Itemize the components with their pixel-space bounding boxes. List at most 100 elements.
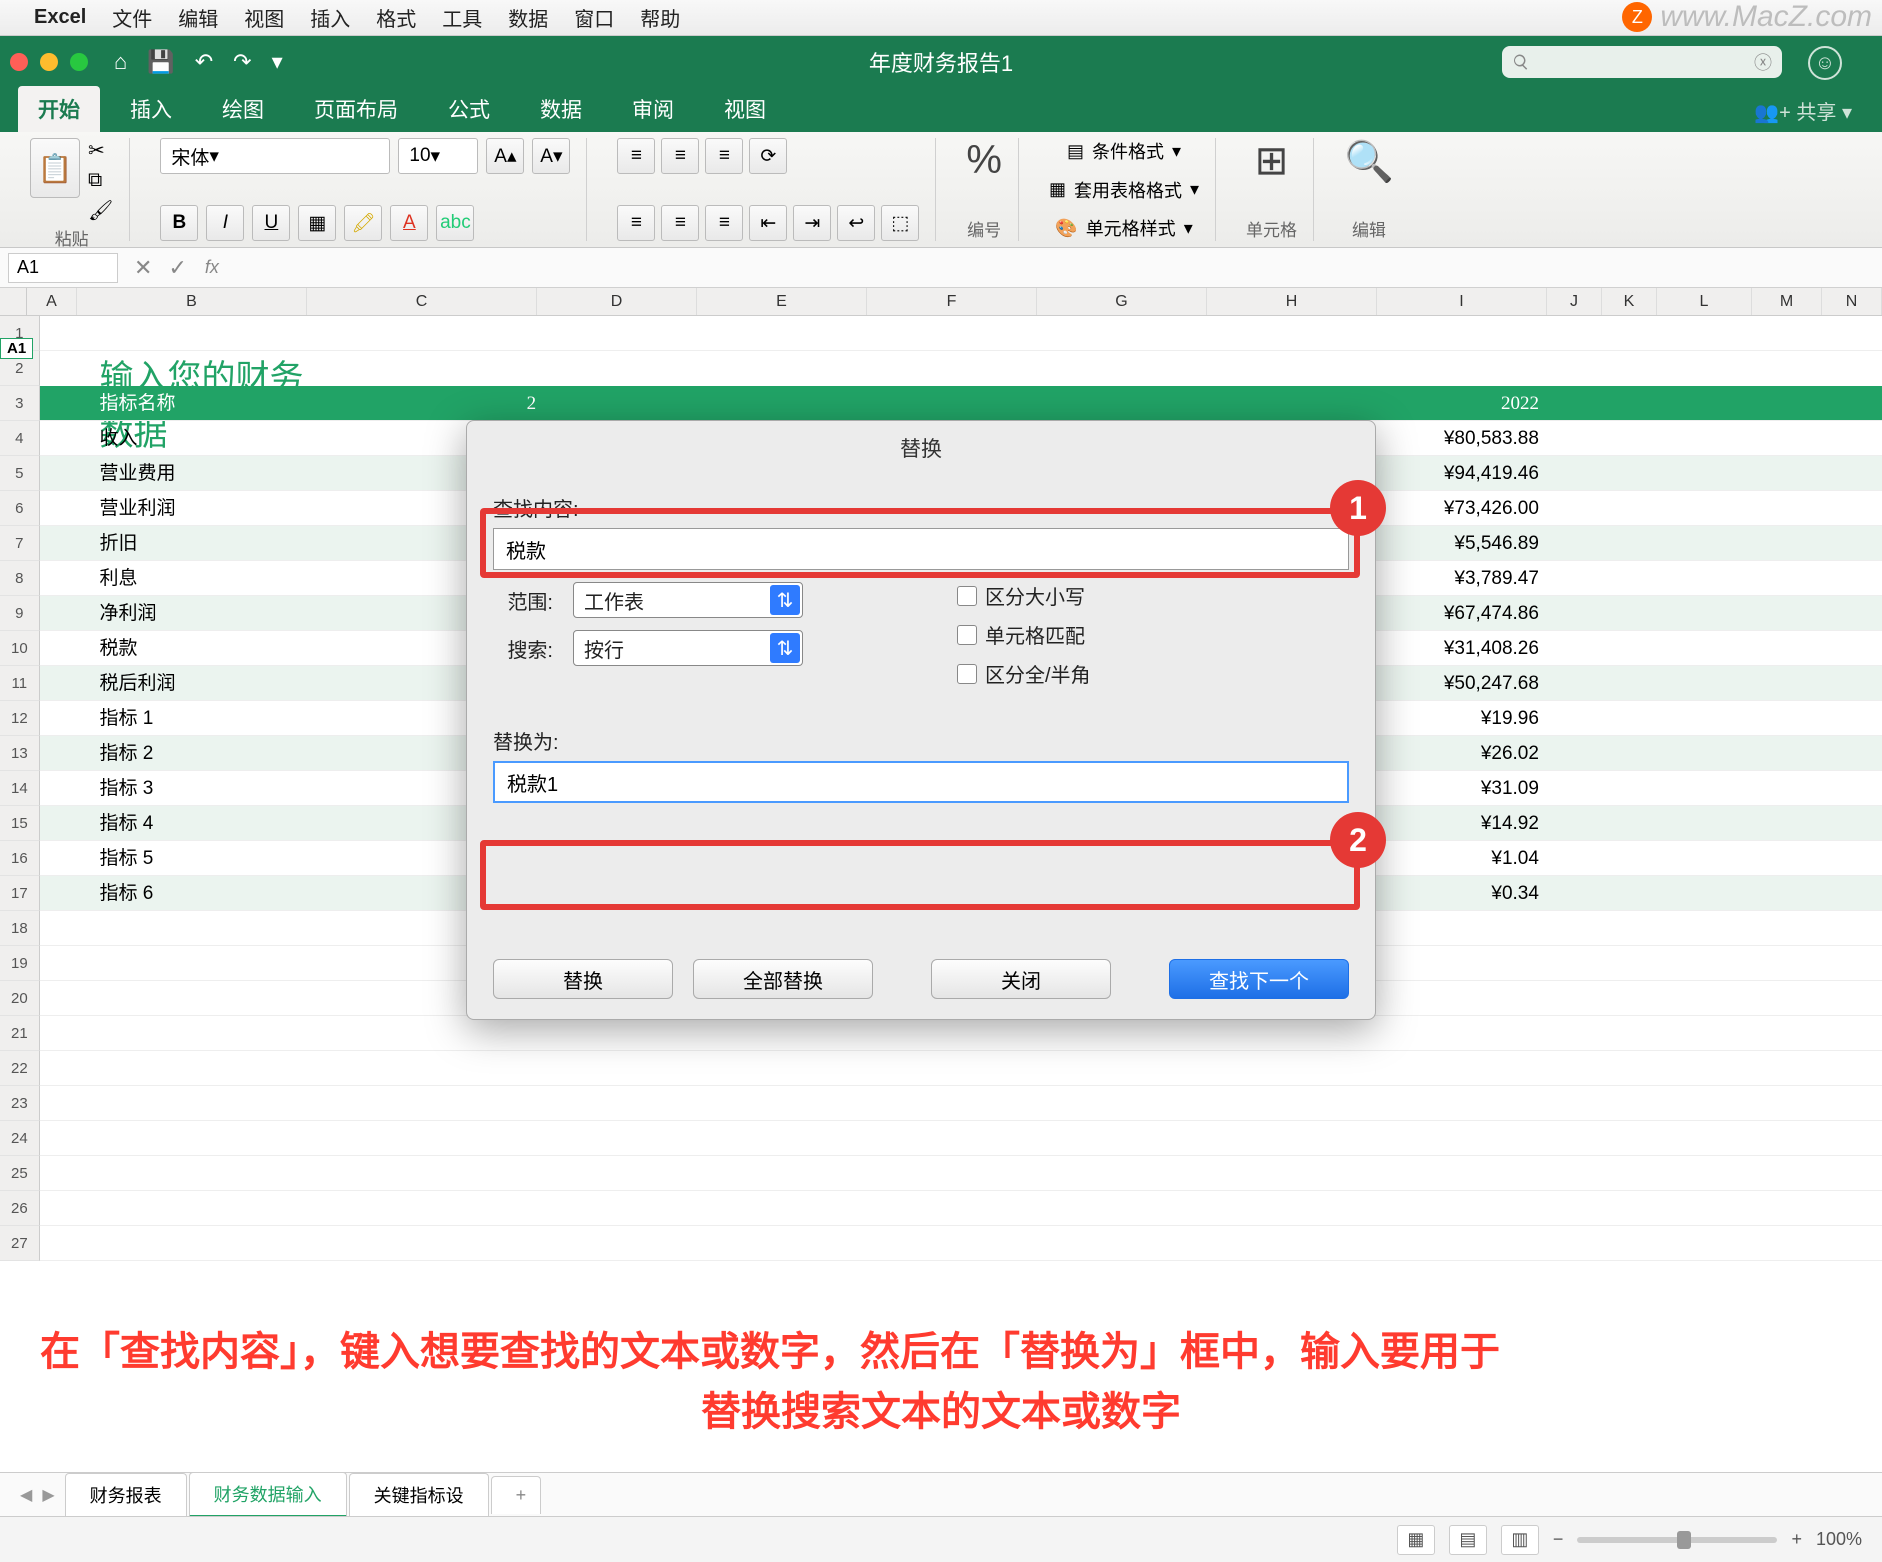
border-button[interactable]: ▦ <box>298 205 336 241</box>
add-sheet-button[interactable]: + <box>491 1476 541 1514</box>
maximize-window-icon[interactable] <box>70 53 88 71</box>
close-button[interactable]: 关闭 <box>931 959 1111 999</box>
merge-cells-icon[interactable]: ⬚ <box>881 205 919 241</box>
app-name[interactable]: Excel <box>34 6 86 29</box>
align-right-icon[interactable]: ≡ <box>705 205 743 241</box>
qat-dropdown-icon[interactable]: ▾ <box>272 49 283 75</box>
cancel-formula-icon[interactable]: ✕ <box>134 255 152 281</box>
column-header-D[interactable]: D <box>537 288 697 315</box>
user-account-icon[interactable]: ☺ <box>1808 46 1842 80</box>
cut-icon[interactable]: ✂ <box>88 138 113 163</box>
tab-review[interactable]: 审阅 <box>612 86 694 132</box>
tab-formulas[interactable]: 公式 <box>428 86 510 132</box>
find-input[interactable] <box>493 528 1349 570</box>
column-header-M[interactable]: M <box>1752 288 1822 315</box>
align-center-icon[interactable]: ≡ <box>661 205 699 241</box>
menu-data[interactable]: 数据 <box>508 3 548 32</box>
menu-window[interactable]: 窗口 <box>574 3 614 32</box>
scope-select[interactable]: 工作表⇅ <box>573 582 803 618</box>
column-header-I[interactable]: I <box>1377 288 1547 315</box>
find-icon[interactable]: 🔍 <box>1344 138 1394 185</box>
tab-draw[interactable]: 绘图 <box>202 86 284 132</box>
insert-cells-icon[interactable]: ⊞ <box>1255 138 1289 184</box>
increase-font-icon[interactable]: A▴ <box>486 138 524 174</box>
column-header-C[interactable]: C <box>307 288 537 315</box>
column-header-F[interactable]: F <box>867 288 1037 315</box>
increase-indent-icon[interactable]: ⇥ <box>793 205 831 241</box>
wrap-text-icon[interactable]: ↩ <box>837 205 875 241</box>
column-header-K[interactable]: K <box>1602 288 1657 315</box>
font-name-select[interactable]: 宋体 ▾ <box>160 138 390 174</box>
replace-input[interactable] <box>493 761 1349 803</box>
underline-button[interactable]: U <box>252 205 290 241</box>
find-next-button[interactable]: 查找下一个 <box>1169 959 1349 999</box>
match-case-checkbox[interactable]: 区分大小写 <box>957 581 1091 610</box>
font-size-select[interactable]: 10 ▾ <box>398 138 478 174</box>
menu-help[interactable]: 帮助 <box>640 3 680 32</box>
fill-color-button[interactable]: 🖍 <box>344 205 382 241</box>
column-header-H[interactable]: H <box>1207 288 1377 315</box>
zoom-level[interactable]: 100% <box>1816 1529 1862 1550</box>
column-header-E[interactable]: E <box>697 288 867 315</box>
replace-all-button[interactable]: 全部替换 <box>693 959 873 999</box>
tab-data[interactable]: 数据 <box>520 86 602 132</box>
sheet-tab-3[interactable]: 关键指标设 <box>349 1473 489 1516</box>
column-header-A[interactable]: A <box>27 288 77 315</box>
column-header-N[interactable]: N <box>1822 288 1882 315</box>
normal-view-icon[interactable]: ▦ <box>1397 1525 1435 1555</box>
conditional-format-button[interactable]: ▤ 条件格式 ▾ <box>1067 138 1181 164</box>
format-painter-icon[interactable]: 🖌 <box>88 198 113 223</box>
close-window-icon[interactable] <box>10 53 28 71</box>
tab-home[interactable]: 开始 <box>18 86 100 132</box>
menu-edit[interactable]: 编辑 <box>178 3 218 32</box>
zoom-out-icon[interactable]: − <box>1553 1529 1564 1550</box>
italic-button[interactable]: I <box>206 205 244 241</box>
confirm-formula-icon[interactable]: ✓ <box>168 255 186 281</box>
clear-search-icon[interactable]: ⓧ <box>1754 49 1772 75</box>
sheet-tab-1[interactable]: 财务报表 <box>65 1473 187 1516</box>
name-box[interactable]: A1 <box>8 253 118 283</box>
cell-style-button[interactable]: 🎨 单元格样式 ▾ <box>1055 215 1192 241</box>
page-layout-view-icon[interactable]: ▤ <box>1449 1525 1487 1555</box>
sheet-nav-next-icon[interactable]: ▶ <box>42 1485 54 1505</box>
redo-icon[interactable]: ↷ <box>233 49 251 75</box>
copy-icon[interactable]: ⧉ <box>88 169 113 192</box>
save-icon[interactable]: 💾 <box>147 49 174 75</box>
sheet-tab-2[interactable]: 财务数据输入 <box>189 1472 347 1518</box>
undo-icon[interactable]: ↶ <box>195 49 213 75</box>
share-button[interactable]: 👥+ 共享 ▾ <box>1754 96 1852 125</box>
minimize-window-icon[interactable] <box>40 53 58 71</box>
column-header-L[interactable]: L <box>1657 288 1752 315</box>
table-format-button[interactable]: ▦ 套用表格格式 ▾ <box>1049 177 1199 203</box>
zoom-in-icon[interactable]: + <box>1791 1529 1802 1550</box>
search-direction-select[interactable]: 按行⇅ <box>573 630 803 666</box>
decrease-font-icon[interactable]: A▾ <box>532 138 570 174</box>
menu-format[interactable]: 格式 <box>376 3 416 32</box>
sheet-nav-prev-icon[interactable]: ◀ <box>20 1485 32 1505</box>
phonetic-button[interactable]: abc <box>436 205 474 241</box>
decrease-indent-icon[interactable]: ⇤ <box>749 205 787 241</box>
paste-button[interactable]: 📋 <box>30 138 80 198</box>
align-left-icon[interactable]: ≡ <box>617 205 655 241</box>
menu-file[interactable]: 文件 <box>112 3 152 32</box>
fx-icon[interactable]: fx <box>205 257 219 278</box>
zoom-slider[interactable] <box>1577 1537 1777 1543</box>
number-format-icon[interactable]: % <box>966 138 1002 183</box>
replace-button[interactable]: 替换 <box>493 959 673 999</box>
match-width-checkbox[interactable]: 区分全/半角 <box>957 659 1091 688</box>
menu-view[interactable]: 视图 <box>244 3 284 32</box>
page-break-view-icon[interactable]: ▥ <box>1501 1525 1539 1555</box>
menu-tools[interactable]: 工具 <box>442 3 482 32</box>
bold-button[interactable]: B <box>160 205 198 241</box>
home-icon[interactable]: ⌂ <box>114 49 127 75</box>
column-header-G[interactable]: G <box>1037 288 1207 315</box>
tab-view[interactable]: 视图 <box>704 86 786 132</box>
tab-insert[interactable]: 插入 <box>110 86 192 132</box>
column-header-B[interactable]: B <box>77 288 307 315</box>
column-header-J[interactable]: J <box>1547 288 1602 315</box>
orientation-icon[interactable]: ⟳ <box>749 138 787 174</box>
align-top-icon[interactable]: ≡ <box>617 138 655 174</box>
search-box[interactable]: ⓧ <box>1502 46 1782 78</box>
align-bottom-icon[interactable]: ≡ <box>705 138 743 174</box>
align-middle-icon[interactable]: ≡ <box>661 138 699 174</box>
